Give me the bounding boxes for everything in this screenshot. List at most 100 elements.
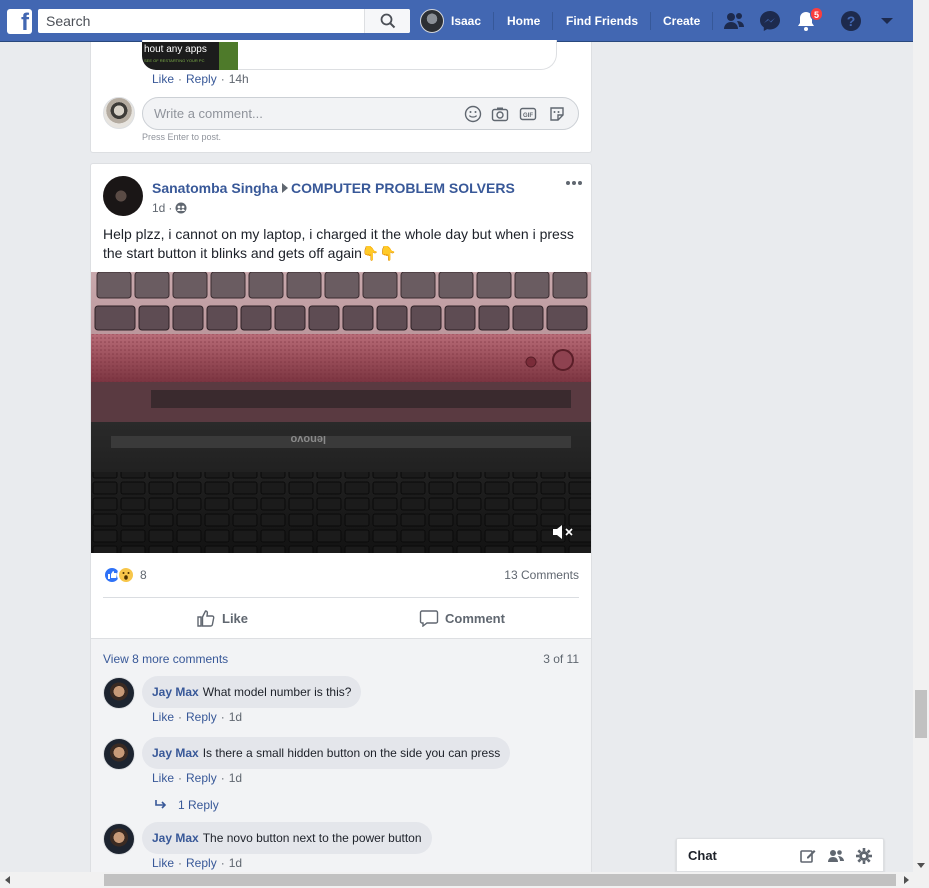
post-group-link[interactable]: COMPUTER PROBLEM SOLVERS [291, 180, 515, 196]
like-link[interactable]: Like [152, 72, 174, 86]
mute-icon[interactable] [551, 522, 575, 542]
comment-count-link[interactable]: 13 Comments [504, 568, 579, 582]
audience-group-icon [175, 202, 187, 214]
search-input[interactable] [38, 9, 368, 33]
chat-label: Chat [688, 848, 717, 863]
comment-time[interactable]: 1d [229, 856, 242, 870]
scroll-down-arrow-icon[interactable] [917, 863, 925, 868]
nav-find-friends-link[interactable]: Find Friends [566, 14, 638, 28]
post-timestamp[interactable]: 1d [152, 201, 165, 215]
comment-time[interactable]: 1d [229, 710, 242, 724]
view-replies-link[interactable]: 1 Reply [154, 798, 219, 812]
avatar[interactable] [103, 823, 135, 855]
search-button[interactable] [364, 9, 410, 33]
post-video[interactable]: lenovo [91, 272, 591, 553]
post-header: Sanatomba Singha COMPUTER PROBLEM SOLVERS [152, 180, 515, 196]
account-menu-icon[interactable] [875, 9, 899, 33]
horizontal-scrollbar-thumb[interactable] [104, 874, 896, 886]
comment-bubble: Jay Max The novo button next to the powe… [142, 822, 432, 854]
gif-icon[interactable]: GIF [519, 105, 537, 123]
reply-arrow-icon [155, 800, 167, 809]
comment-author-link[interactable]: Jay Max [152, 685, 199, 699]
divider [103, 597, 579, 598]
chat-bar[interactable]: Chat [676, 838, 884, 872]
like-link[interactable]: Like [152, 856, 174, 870]
sticker-icon[interactable] [548, 105, 566, 123]
scroll-right-arrow-icon[interactable] [904, 876, 909, 884]
comment-author-link[interactable]: Jay Max [152, 746, 199, 760]
view-more-comments-link[interactable]: View 8 more comments [103, 652, 228, 666]
profile-name: Isaac [451, 14, 482, 28]
search-box [38, 9, 410, 33]
link-preview-thumbnail[interactable]: hout any apps SEE OF RESTARTING YOUR PC [142, 42, 238, 70]
press-enter-hint: Press Enter to post. [142, 132, 222, 142]
comment-time[interactable]: 14h [229, 72, 249, 86]
avatar[interactable] [103, 677, 135, 709]
previous-post-card: hout any apps SEE OF RESTARTING YOUR PC … [90, 40, 592, 153]
logo-letter: f [21, 9, 29, 36]
friend-requests-icon[interactable] [722, 9, 746, 33]
svg-text:?: ? [847, 13, 856, 29]
nav-home-link[interactable]: Home [507, 14, 540, 28]
reactions-summary[interactable]: 8 [103, 566, 147, 584]
nav-divider [650, 12, 651, 30]
previous-comment-actions: Like · Reply · 14h [152, 72, 249, 86]
comment-time[interactable]: 1d [229, 771, 242, 785]
reply-link[interactable]: Reply [186, 856, 217, 870]
emoji-icon[interactable] [464, 105, 482, 123]
camera-icon[interactable] [491, 105, 509, 123]
comment-button[interactable]: Comment [419, 608, 505, 628]
horizontal-scrollbar[interactable] [0, 872, 929, 888]
comment-icon [419, 610, 439, 627]
avatar[interactable] [103, 738, 135, 770]
nav-divider [712, 12, 713, 30]
svg-text:lenovo: lenovo [290, 433, 326, 445]
comment-author-link[interactable]: Jay Max [152, 831, 199, 845]
avatar[interactable] [103, 176, 143, 216]
shared-to-arrow-icon [282, 183, 289, 193]
messenger-icon[interactable] [758, 9, 782, 33]
vertical-scrollbar[interactable] [913, 0, 929, 872]
like-button[interactable]: Like [196, 608, 248, 628]
comment-input[interactable] [154, 98, 454, 129]
comment-actions: Like · Reply · 1d [152, 771, 243, 785]
like-link[interactable]: Like [152, 710, 174, 724]
replies-count: 1 Reply [178, 798, 219, 812]
reply-link[interactable]: Reply [186, 771, 217, 785]
help-icon[interactable]: ? [839, 9, 863, 33]
preview-title: hout any apps [144, 44, 207, 55]
search-icon [380, 13, 396, 29]
comment-text: What model number is this? [202, 685, 352, 699]
comments-page-count: 3 of 11 [543, 652, 579, 666]
wow-reaction-icon [117, 566, 135, 584]
post-author-link[interactable]: Sanatomba Singha [152, 180, 278, 196]
comment-bubble: Jay Max What model number is this? [142, 676, 362, 708]
nav-profile-link[interactable]: Isaac [420, 8, 481, 34]
preview-subtitle: SEE OF RESTARTING YOUR PC [144, 58, 205, 63]
scroll-left-arrow-icon[interactable] [5, 876, 10, 884]
comment-actions: Like · Reply · 1d [152, 710, 243, 724]
avatar[interactable] [103, 97, 135, 129]
comment-bubble: Jay Max Is there a small hidden button o… [142, 737, 511, 769]
comment-actions: Like · Reply · 1d [152, 856, 243, 870]
comment-text: The novo button next to the power button [202, 831, 422, 845]
post-meta: 1d · [152, 201, 187, 215]
notifications-badge: 5 [810, 7, 824, 21]
avatar [420, 9, 444, 33]
new-message-icon[interactable] [799, 847, 817, 865]
nav-divider [552, 12, 553, 30]
facebook-logo[interactable]: f [7, 9, 32, 36]
reply-link[interactable]: Reply [186, 72, 217, 86]
like-label: Like [222, 610, 249, 626]
gear-icon[interactable] [855, 847, 873, 865]
nav-create-link[interactable]: Create [663, 14, 700, 28]
post-options-button[interactable] [564, 176, 584, 190]
comment-label: Comment [445, 610, 505, 626]
svg-text:GIF: GIF [523, 113, 533, 119]
create-group-icon[interactable] [827, 847, 845, 865]
like-link[interactable]: Like [152, 771, 174, 785]
laptop-photo: lenovo [91, 272, 591, 553]
reply-link[interactable]: Reply [186, 710, 217, 724]
post-text: Help plzz, i cannot on my laptop, i char… [103, 226, 574, 261]
vertical-scrollbar-thumb[interactable] [915, 690, 927, 738]
